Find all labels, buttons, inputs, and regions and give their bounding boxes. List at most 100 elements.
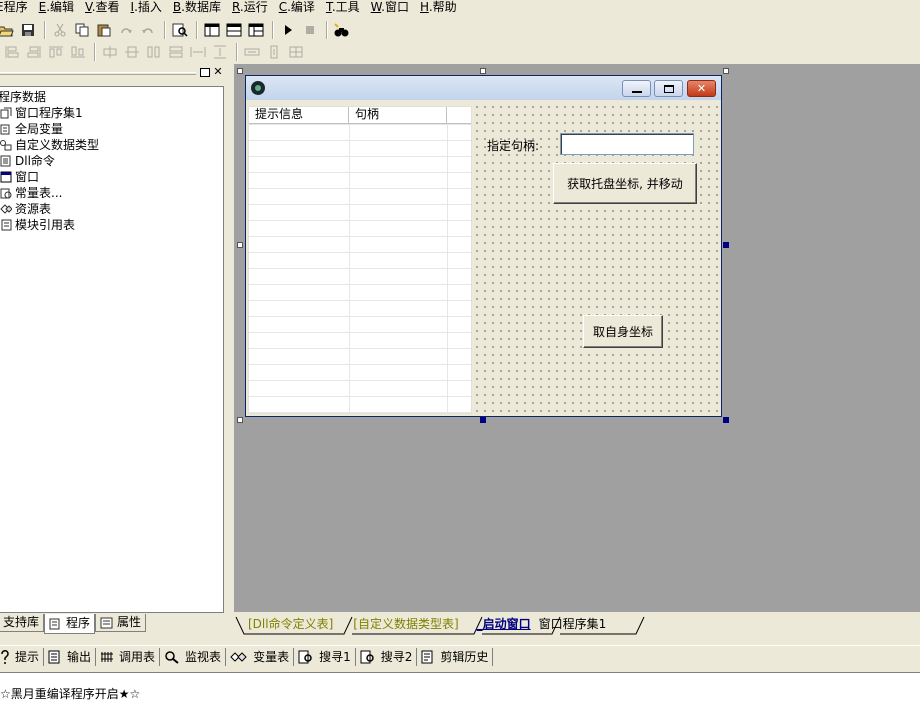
cut-icon[interactable] [50,20,70,40]
menu-help[interactable]: H.帮助 [420,0,457,16]
menu-database[interactable]: B.数据库 [173,0,221,16]
minimize-button[interactable] [622,80,651,97]
run-icon[interactable] [278,20,298,40]
resize-handle-sw[interactable] [237,417,243,423]
form-client-area: 提示信息 句柄 指定句柄: 获取托盘坐标, 并移动 取自身坐标 [246,100,721,416]
resize-handle-n[interactable] [480,68,486,74]
menu-view[interactable]: V.查看 [85,0,120,16]
get-tray-position-button[interactable]: 获取托盘坐标, 并移动 [553,163,697,204]
vartable-icon [230,651,247,662]
align-left-icon[interactable] [2,42,22,62]
copy-icon[interactable] [72,20,92,40]
search2-icon [360,650,374,663]
same-width-icon[interactable] [166,42,186,62]
toolbar-separator [94,43,96,61]
form-window[interactable]: ✕ 提示信息 句柄 指定句柄: 获取托盘坐标, 并移动 取自身坐标 [245,75,722,417]
redo-icon[interactable] [116,20,136,40]
handle-input[interactable] [560,133,694,155]
menu-program[interactable]: E程序 [0,0,28,16]
tab-window-assembly[interactable]: 窗口程序集1 [529,615,613,633]
handle-label: 指定句柄: [487,139,540,153]
tab-custom-types[interactable]: [自定义数据类型表] [343,615,464,633]
layout-1-icon[interactable] [202,20,222,40]
resize-handle-se[interactable] [723,417,729,423]
tab-hint[interactable]: 提示 [0,647,45,666]
open-folder-icon[interactable] [0,20,16,40]
close-panel-icon[interactable]: ✕ [212,66,224,78]
space-h-icon[interactable] [188,42,208,62]
tree-item-constants[interactable]: 常量表... [0,185,223,201]
tab-search-1[interactable]: 搜寻1 [294,647,356,666]
menu-window[interactable]: W.窗口 [371,0,409,16]
tab-call-table[interactable]: 调用表 [96,647,161,666]
tab-variables[interactable]: 变量表 [226,647,295,666]
stop-icon[interactable] [300,20,320,40]
same-height-icon[interactable] [144,42,164,62]
paste-icon[interactable] [94,20,114,40]
tree-item-resources[interactable]: 资源表 [0,201,223,217]
save-icon[interactable] [18,20,38,40]
window-icon [0,171,12,183]
menu-run[interactable]: R.运行 [232,0,268,16]
resource-icon [0,203,13,215]
find-icon[interactable] [170,20,190,40]
menu-insert[interactable]: I.插入 [131,0,162,16]
size-v-icon[interactable] [264,42,284,62]
tree-item-datatypes[interactable]: 自定义数据类型 [0,137,223,153]
tab-search-2[interactable]: 搜寻2 [356,647,418,666]
tab-dll-commands[interactable]: [Dll命令定义表] [238,615,339,633]
tab-startup-window[interactable]: _启动窗口 [467,615,537,633]
tree-item-modules[interactable]: 模块引用表 [0,217,223,233]
tab-program[interactable]: 程序 [44,614,96,634]
document-tabs: [Dll命令定义表] [自定义数据类型表] _启动窗口 窗口程序集1 [234,615,920,637]
restore-panel-icon[interactable] [200,68,210,77]
align-right-icon[interactable] [24,42,44,62]
menu-tools[interactable]: T.工具 [326,0,360,16]
dll-icon [0,155,12,167]
center-h-icon[interactable] [100,42,120,62]
align-top-icon[interactable] [46,42,66,62]
close-icon: ✕ [696,82,707,95]
output-message: ☆黑月重编译程序开启★☆ [0,687,141,701]
size-h-icon[interactable] [242,42,262,62]
output-icon [48,650,60,663]
app-logo-icon [251,81,265,95]
resize-handle-e[interactable] [723,242,729,248]
layout-3-icon[interactable] [246,20,266,40]
tab-clipboard-history[interactable]: 剪辑历史 [417,647,494,666]
calltable-icon [101,651,114,662]
undo-icon[interactable] [138,20,158,40]
tab-support-library[interactable]: 支持库 [0,614,45,632]
get-self-position-button[interactable]: 取自身坐标 [583,315,663,348]
center-v-icon[interactable] [122,42,142,62]
align-bottom-icon[interactable] [68,42,88,62]
form-titlebar[interactable]: ✕ [246,76,721,100]
tree-item-globals[interactable]: 全局变量 [0,121,223,137]
hint-icon [1,649,9,664]
menu-edit[interactable]: E.编辑 [39,0,74,16]
resize-handle-nw[interactable] [237,68,243,74]
column-header-handle[interactable]: 句柄 [349,107,447,124]
close-button[interactable]: ✕ [687,80,716,97]
size-both-icon[interactable] [286,42,306,62]
message-listview[interactable]: 提示信息 句柄 [248,106,472,414]
maximize-button[interactable] [654,80,683,97]
datatype-icon [0,139,12,151]
binoculars-icon[interactable] [332,20,352,40]
resize-handle-ne[interactable] [723,68,729,74]
tab-watch[interactable]: 监视表 [160,647,227,666]
listview-grid [249,124,471,413]
resize-handle-w[interactable] [237,242,243,248]
tree-item-assembly[interactable]: 窗口程序集1 [0,105,223,121]
tab-output[interactable]: 输出 [44,647,97,666]
assembly-icon [0,107,12,119]
tree-root[interactable]: 程序数据 [0,89,223,105]
tree-item-dll[interactable]: Dll命令 [0,153,223,169]
tab-property[interactable]: 属性 [95,614,147,632]
resize-handle-s[interactable] [480,417,486,423]
layout-2-icon[interactable] [224,20,244,40]
space-v-icon[interactable] [210,42,230,62]
menu-compile[interactable]: C.编译 [279,0,315,16]
column-header-message[interactable]: 提示信息 [249,107,349,124]
tree-item-window[interactable]: 窗口 [0,169,223,185]
